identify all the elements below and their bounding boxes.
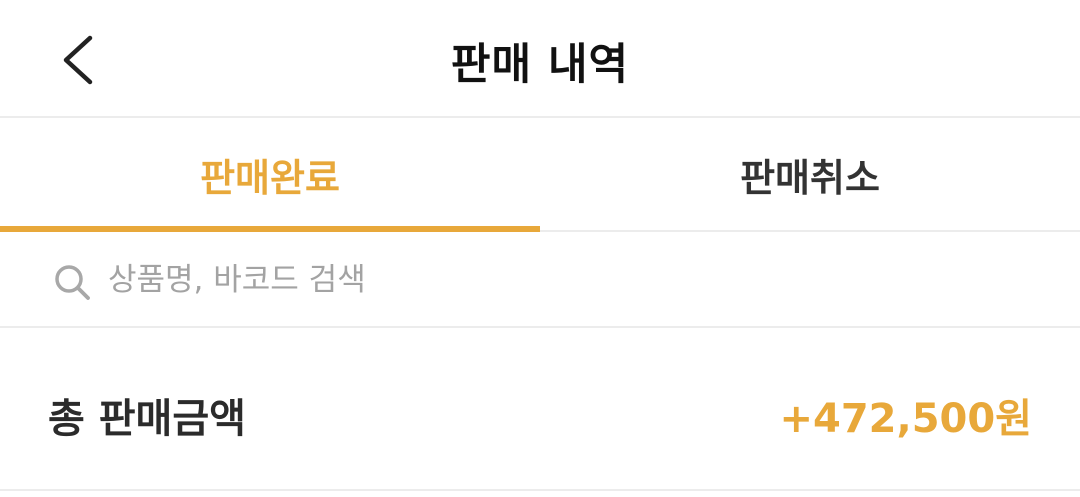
tab-bar: 판매완료 판매취소 (0, 118, 1080, 232)
tab-label: 판매취소 (740, 155, 880, 200)
tab-sales-cancelled[interactable]: 판매취소 (540, 118, 1080, 230)
page-title: 판매 내역 (450, 40, 630, 90)
search-bar (0, 232, 1080, 328)
sales-summary: 총 판매금액 +472,500원 (0, 328, 1080, 491)
search-icon (55, 265, 90, 300)
total-sales-amount: +472,500원 (779, 396, 1032, 442)
tab-label: 판매완료 (200, 155, 340, 200)
tab-sales-completed[interactable]: 판매완료 (0, 118, 540, 232)
total-sales-label: 총 판매금액 (48, 396, 246, 442)
search-input[interactable] (108, 252, 1008, 308)
app-header: 판매 내역 (0, 0, 1080, 118)
